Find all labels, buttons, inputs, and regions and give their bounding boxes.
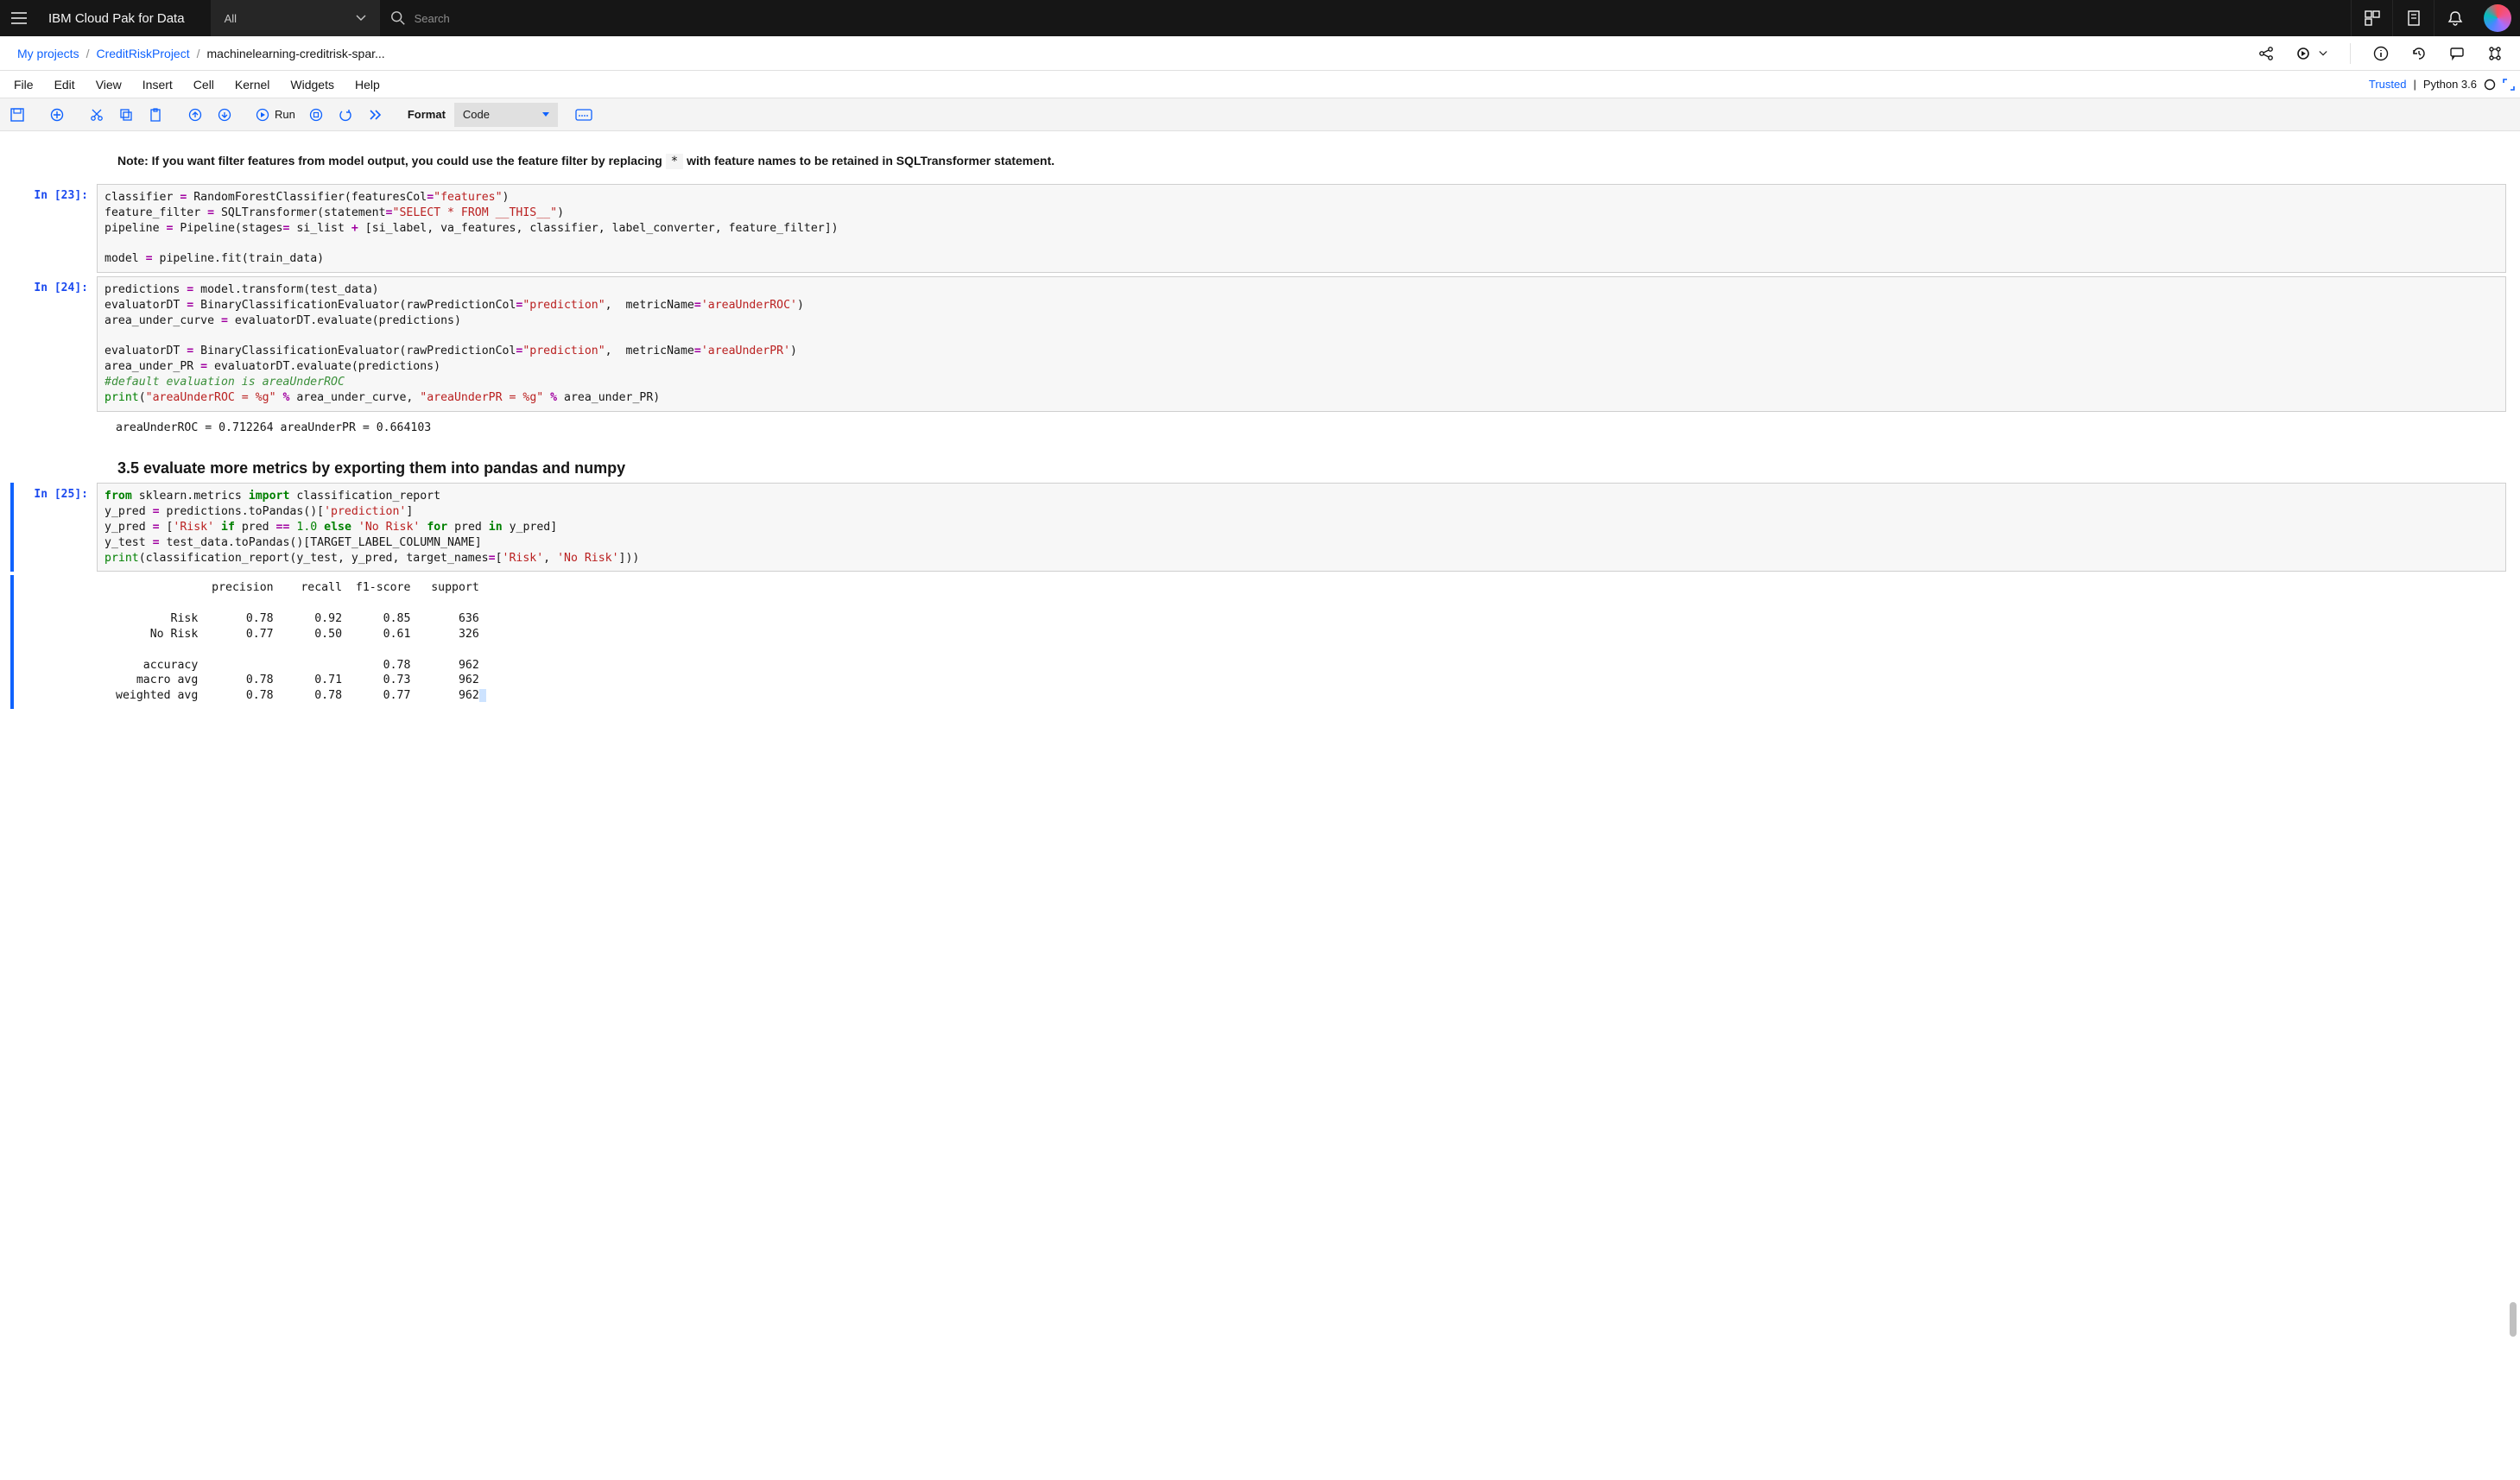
search-placeholder: Search: [415, 12, 450, 25]
kernel-name: Python 3.6: [2423, 78, 2477, 91]
run-all-button[interactable]: [361, 102, 389, 128]
scope-value: All: [225, 12, 237, 25]
output-row: . precision recall f1-score support Risk…: [10, 575, 2506, 709]
format-label: Format: [401, 108, 453, 121]
note-text-prefix: Note: If you want filter features from m…: [117, 154, 666, 168]
header-actions: [2351, 0, 2520, 36]
catalog-icon[interactable]: [2392, 0, 2434, 36]
global-search[interactable]: Search: [380, 10, 2351, 26]
menu-widgets[interactable]: Widgets: [282, 74, 343, 95]
jobs-icon: [2296, 47, 2314, 60]
crumb-root[interactable]: My projects: [17, 47, 79, 60]
kernel-status: Trusted | Python 3.6: [2369, 78, 2515, 91]
code-cell[interactable]: In [23]: classifier = RandomForestClassi…: [14, 184, 2506, 273]
insert-cell-button[interactable]: [43, 102, 71, 128]
info-button[interactable]: [2373, 46, 2389, 61]
markdown-heading[interactable]: 3.5 evaluate more metrics by exporting t…: [117, 459, 1309, 478]
comments-button[interactable]: [2449, 46, 2465, 61]
notifications-icon[interactable]: [2434, 0, 2475, 36]
code-input[interactable]: from sklearn.metrics import classificati…: [97, 483, 2506, 572]
product-title: IBM Cloud Pak for Data: [38, 11, 211, 26]
info-icon: [2373, 46, 2389, 61]
history-button[interactable]: [2411, 46, 2427, 61]
comment-icon: [2449, 46, 2465, 61]
menu-toggle[interactable]: [0, 12, 38, 24]
run-button[interactable]: Run: [250, 108, 301, 122]
chevron-down-icon: [2319, 50, 2327, 57]
section-heading: 3.5 evaluate more metrics by exporting t…: [117, 459, 1309, 478]
assets-button[interactable]: [2487, 46, 2503, 61]
global-header: IBM Cloud Pak for Data All Search: [0, 0, 2520, 36]
breadcrumb-bar: My projects / CreditRiskProject / machin…: [0, 36, 2520, 71]
history-icon: [2411, 46, 2427, 61]
share-icon: [2258, 46, 2274, 61]
run-label: Run: [275, 108, 295, 121]
output-row: . areaUnderROC = 0.712264 areaUnderPR = …: [14, 415, 2506, 441]
cell-prompt: In [25]:: [14, 483, 97, 572]
data-icon[interactable]: [2351, 0, 2392, 36]
search-icon: [390, 10, 406, 26]
kernel-idle-icon: [2484, 79, 2496, 91]
scope-dropdown[interactable]: All: [211, 0, 380, 36]
divider: [2350, 43, 2351, 64]
menu-file[interactable]: File: [5, 74, 42, 95]
menu-edit[interactable]: Edit: [46, 74, 84, 95]
share-button[interactable]: [2258, 46, 2274, 61]
restart-button[interactable]: [332, 102, 359, 128]
menu-cell[interactable]: Cell: [185, 74, 223, 95]
code-cell[interactable]: In [24]: predictions = model.transform(t…: [14, 276, 2506, 412]
interrupt-button[interactable]: [302, 102, 330, 128]
menus: File Edit View Insert Cell Kernel Widget…: [5, 74, 389, 95]
note-star: *: [666, 154, 683, 169]
code-input[interactable]: classifier = RandomForestClassifier(feat…: [97, 184, 2506, 273]
notebook-menu-bar: File Edit View Insert Cell Kernel Widget…: [0, 71, 2520, 98]
save-button[interactable]: [3, 102, 31, 128]
code-input[interactable]: predictions = model.transform(test_data)…: [97, 276, 2506, 412]
cut-button[interactable]: [83, 102, 111, 128]
command-palette-button[interactable]: [570, 102, 598, 128]
breadcrumb: My projects / CreditRiskProject / machin…: [17, 47, 385, 60]
crumb-project[interactable]: CreditRiskProject: [96, 47, 189, 60]
menu-help[interactable]: Help: [346, 74, 389, 95]
cell-type-select[interactable]: Code: [454, 103, 558, 127]
page-actions: [2258, 43, 2503, 64]
crumb-sep: /: [197, 47, 200, 60]
crumb-sep: /: [86, 47, 90, 60]
copy-button[interactable]: [112, 102, 140, 128]
scrollbar-thumb[interactable]: [2510, 1302, 2517, 1337]
notebook-content[interactable]: Note: If you want filter features from m…: [0, 131, 2520, 747]
cell-output: areaUnderROC = 0.712264 areaUnderPR = 0.…: [97, 415, 2506, 441]
menu-insert[interactable]: Insert: [134, 74, 181, 95]
crumb-current: machinelearning-creditrisk-spar...: [207, 47, 385, 60]
move-up-button[interactable]: [181, 102, 209, 128]
move-down-button[interactable]: [211, 102, 238, 128]
cell-prompt: In [23]:: [14, 184, 97, 273]
jobs-button[interactable]: [2296, 47, 2327, 60]
notebook-toolbar: Run Format Code: [0, 98, 2520, 131]
code-cell-selected[interactable]: In [25]: from sklearn.metrics import cla…: [10, 483, 2506, 572]
menu-kernel[interactable]: Kernel: [226, 74, 278, 95]
markdown-note[interactable]: Note: If you want filter features from m…: [117, 150, 1309, 179]
paste-button[interactable]: [142, 102, 169, 128]
assets-icon: [2487, 46, 2503, 61]
scrollbar[interactable]: [2506, 0, 2518, 1480]
menu-view[interactable]: View: [87, 74, 130, 95]
note-text-suffix: with feature names to be retained in SQL…: [687, 154, 1054, 168]
cell-prompt: In [24]:: [14, 276, 97, 412]
trusted-label[interactable]: Trusted: [2369, 78, 2407, 91]
cell-output: precision recall f1-score support Risk 0…: [97, 575, 2506, 709]
play-icon: [256, 108, 269, 122]
chevron-down-icon: [356, 15, 366, 22]
